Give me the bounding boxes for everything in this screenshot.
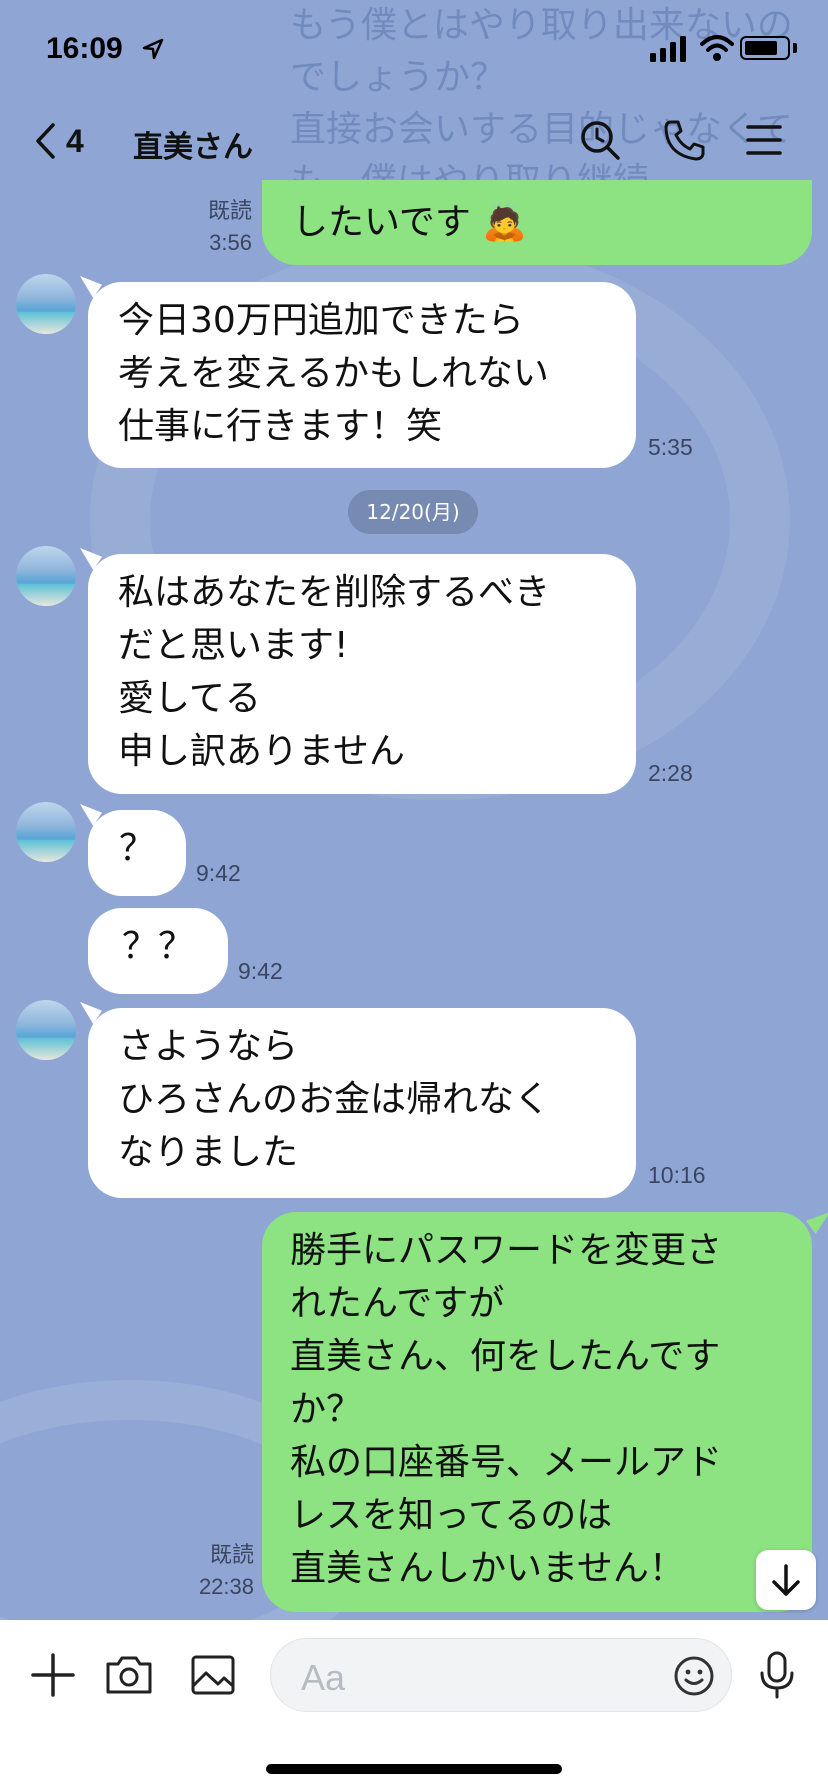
menu-icon[interactable] (742, 118, 786, 162)
camera-icon[interactable] (104, 1650, 154, 1700)
message-bubble-incoming[interactable]: 私はあなたを削除するべき だと思います! 愛してる 申し訳ありません (88, 554, 636, 794)
message-input[interactable]: Aa (270, 1638, 732, 1712)
message-time: 9:42 (238, 958, 283, 984)
image-icon[interactable] (188, 1650, 238, 1700)
input-placeholder: Aa (301, 1657, 346, 1698)
arrow-down-icon (772, 1564, 800, 1596)
emoji-icon[interactable] (673, 1655, 715, 1697)
message-time: 5:35 (648, 434, 693, 460)
avatar[interactable] (16, 274, 76, 334)
read-receipt: 既読 3:56 (207, 199, 252, 255)
scroll-to-bottom-button[interactable] (756, 1550, 816, 1610)
wifi-icon (700, 35, 734, 61)
phone-icon[interactable] (662, 118, 706, 162)
battery-icon (740, 36, 790, 60)
battery-tip (793, 43, 797, 53)
status-bar: 16:09 (0, 0, 828, 100)
message-bubble-incoming[interactable]: さようなら ひろさんのお金は帰れなく なりました (88, 1008, 636, 1198)
message-bubble-incoming[interactable]: ？？ (88, 908, 228, 994)
read-receipt: 既読 22:38 (198, 1543, 254, 1599)
avatar[interactable] (16, 802, 76, 862)
contact-name[interactable]: 直美さん (133, 122, 253, 166)
message-time: 9:42 (196, 860, 241, 886)
avatar[interactable] (16, 1000, 76, 1060)
microphone-icon[interactable] (752, 1650, 802, 1700)
plus-icon[interactable] (28, 1650, 78, 1700)
chat-header: 4 直美さん (0, 100, 828, 182)
message-bubble-outgoing[interactable]: したいです 🙇 (262, 180, 812, 265)
status-time: 16:09 (46, 32, 123, 65)
message-bubble-incoming[interactable]: 今日30万円追加できたら 考えを変えるかもしれない 仕事に行きます！笑 (88, 282, 636, 468)
back-button[interactable]: 4 (34, 118, 114, 164)
message-bubble-outgoing[interactable]: 勝手にパスワードを変更さ れたんですが 直美さん、何をしたんです か？ 私の口座… (262, 1212, 812, 1612)
home-indicator (266, 1764, 562, 1774)
unread-count: 4 (66, 122, 84, 159)
search-icon[interactable] (578, 118, 622, 162)
message-time: 2:28 (648, 760, 693, 786)
message-time: 10:16 (648, 1162, 706, 1188)
cellular-signal-icon (650, 36, 686, 62)
avatar[interactable] (16, 546, 76, 606)
message-bubble-incoming[interactable]: ？ (88, 810, 186, 896)
location-arrow-icon (142, 38, 164, 60)
chevron-left-icon (36, 123, 55, 159)
date-divider: 12/20(月) (348, 490, 478, 534)
